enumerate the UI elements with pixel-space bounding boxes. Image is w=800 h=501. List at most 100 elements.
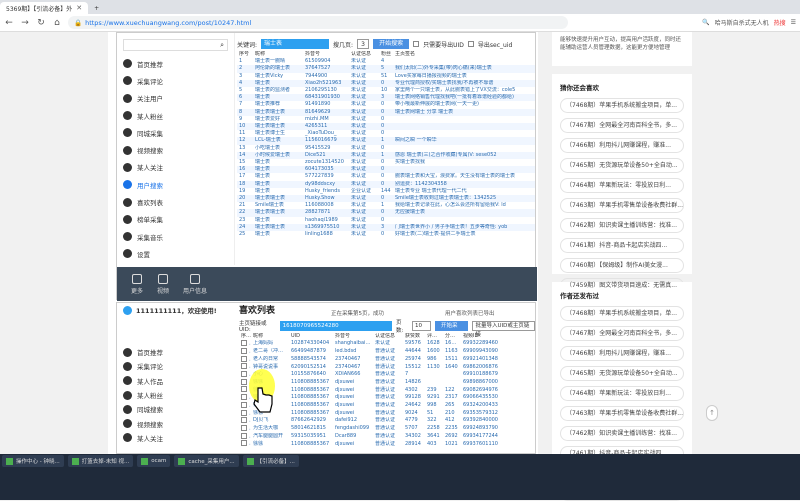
sidebar-search[interactable]: ⌕ xyxy=(123,39,228,51)
taskbar-item[interactable]: 【引流必备】... xyxy=(242,455,299,467)
sidebar-item[interactable]: 关注用户 xyxy=(117,90,234,107)
import-uid-button[interactable]: 批量导入UID或主页链接 xyxy=(471,321,535,338)
table-row[interactable]: 10 瑞士表瑞士表 4265311 未认证 0 xyxy=(237,123,535,131)
table-row[interactable]: 17 瑞士表 577227839 未认证 0 腕表瑞士表和大宝，浪费家。天生没有瑞士表的瑞… xyxy=(237,173,535,180)
sidebar-item[interactable]: 喜欢列表 xyxy=(117,193,234,210)
table-row[interactable]: 1上海妈妈 102874330404 shanghaibaike未认证 59576 16… xyxy=(239,340,535,348)
post-link[interactable]: （7466期）利用抖儿网赚课程，赚准... xyxy=(560,346,684,361)
row-checkbox[interactable] xyxy=(241,401,247,408)
table-row[interactable]: 7 瑞士表推荐 91491890 未认证 0 带小哦最新伸展的瑞士表网(一天一更) xyxy=(237,101,535,108)
scroll-top-button[interactable]: ↑ xyxy=(706,405,718,421)
table-row[interactable]: 18 瑞士表 dy98ddscxy 未认证 0 别运费：1142304358 xyxy=(237,180,535,188)
post-link[interactable]: （7461期）抖音-商品卡起店实战四... xyxy=(560,238,684,253)
table-row[interactable]: 2 阿伦斯的瑞士表 37647527 未认证 5 我们太阳(二)外专采集(带)肉心痛(来)… xyxy=(237,65,535,73)
reload-icon[interactable]: ↻ xyxy=(36,18,46,28)
table-row[interactable]: 2老二哥（冲锋）66499487879 led.bdsd 普通认证 44644 1600… xyxy=(239,347,535,356)
browser-tab[interactable]: 5369期】【引流必备】外 ✕ xyxy=(0,2,89,14)
table-row[interactable]: 13 小吃瑞士表 95415529 未认证 0 xyxy=(237,145,535,152)
post-link[interactable]: （7462期）知识卖课主播训练营：找准... xyxy=(560,426,684,441)
table-row[interactable]: 5 瑞士表的监测者 2106295130 未认证 10 家里两个一只瑞士表，从此腕表错上了… xyxy=(237,87,535,94)
table-row[interactable]: 12为生活大咖 58014621815 fengdashi099 普通认证 5707 22… xyxy=(239,424,535,433)
search-icon[interactable]: ⌕ xyxy=(220,41,224,50)
row-checkbox[interactable] xyxy=(241,432,247,439)
table-row[interactable]: 19 瑞士表 Husky_friends 企业认证 144 瑞士表专业 瑞士表代理一代二代 xyxy=(237,188,535,195)
back-icon[interactable]: ← xyxy=(4,18,14,28)
row-checkbox[interactable] xyxy=(241,394,247,401)
table-row[interactable]: 9 瑞士表爱好 mizhi.MM 未认证 0 xyxy=(237,116,535,123)
video-button[interactable]: 视频 xyxy=(157,273,169,295)
post-link[interactable]: （7464期）苹果新玩法：零投放日利... xyxy=(560,386,684,401)
url-field[interactable]: 🔒 https://www.xuechuangwang.com/post/102… xyxy=(68,16,568,29)
post-link[interactable]: （7468期）苹果手机系统搬金项目，单... xyxy=(560,306,684,321)
keyword-input[interactable]: 瑞士表 xyxy=(261,39,330,49)
table-row[interactable]: 11 瑞士表博士生 _XiaoTuDou_ 未认证 0 xyxy=(237,130,535,137)
row-checkbox[interactable] xyxy=(241,409,247,416)
post-link[interactable]: （7460期）【保姆级】制作AI美女漫... xyxy=(560,258,684,273)
table-row[interactable]: 25 瑞士表 linling1688 未认证 0 好瑞士表(二)瑞士表·提供二手瑞士表 xyxy=(237,231,535,238)
sidebar-item[interactable]: 设置 xyxy=(117,245,234,262)
start-collect-button[interactable]: 开始采集 xyxy=(434,321,468,339)
sidebar-item[interactable]: 首页推荐 xyxy=(117,55,234,72)
taskbar-item[interactable]: ocam xyxy=(137,455,171,467)
post-link[interactable]: （7466期）利用抖儿网赚课程，赚准... xyxy=(560,138,684,153)
sidebar-item[interactable]: 视频搜索 xyxy=(117,141,234,158)
sidebar-item[interactable]: 采集评论 xyxy=(117,72,234,89)
post-link[interactable]: （7467期）全网最全河南百科全书，多... xyxy=(560,326,684,341)
close-icon[interactable]: ✕ xyxy=(76,4,82,12)
table-row[interactable]: 13汽车腿腿圆开 59315035951 Dcar889 普通认证 34302 3641 2… xyxy=(239,432,535,441)
table-row[interactable]: 6徐徐110808885367djxuwei普通认证14826698988670… xyxy=(239,378,535,387)
sidebar-item[interactable]: 采集音乐 xyxy=(117,228,234,245)
taskbar-item[interactable]: cache_采集用户... xyxy=(174,455,239,467)
table-row[interactable]: 4钟哥说说事6209015251423740467普通认证15512113016… xyxy=(239,363,535,371)
table-row[interactable]: 14 小时候爱瑞士表 Dice521 未认证 1 感恩 瑞士表(三)之合作收藏(专属)V:… xyxy=(237,151,535,160)
uid-input[interactable]: 1618070965524280 xyxy=(279,321,392,331)
post-link[interactable]: （7463期）苹果手机零售单设备收费社群... xyxy=(560,406,684,421)
post-link[interactable]: （7468期）苹果手机系统搬金项目，单... xyxy=(560,98,684,113)
sidebar-item[interactable]: 榜单采集 xyxy=(117,211,234,228)
table-row[interactable]: 22 瑞士表瑞士表 28827871 未认证 0 无应援瑞士表 xyxy=(237,209,535,217)
table-row[interactable]: 6 瑞士表 68431901930 未认证 3 瑞士表网络销售代理找我吧(一批有着靠谱经验… xyxy=(237,94,535,102)
row-checkbox[interactable] xyxy=(241,363,247,370)
sidebar-item[interactable]: 某人关注 xyxy=(117,431,235,445)
post-link[interactable]: （7465期）无货源玩单设备50+全自动... xyxy=(560,366,684,381)
table-row[interactable]: 10徐徐110808885367djxuwei普通认证9024512106935… xyxy=(239,409,535,418)
table-row[interactable]: 9徐徐110808885367djxuwei普通认证24642998265693… xyxy=(239,401,535,410)
table-row[interactable]: 3老人的日常 58888543574 23740467 普通认证 25974 986 151… xyxy=(239,355,535,364)
table-row[interactable]: 16 瑞士表 604173035 未认证 0 xyxy=(237,166,535,174)
row-checkbox[interactable] xyxy=(241,378,247,385)
sidebar-item[interactable]: 同城搜索 xyxy=(117,402,235,416)
start-search-button[interactable]: 开始搜索 xyxy=(373,39,410,49)
more-button[interactable]: 更多 xyxy=(131,273,143,295)
table-row[interactable]: 8 瑞士表瑞士表 81649629 未认证 0 瑞士表网瑞士 分享 瑞士表 xyxy=(237,108,535,116)
row-checkbox[interactable] xyxy=(241,347,247,354)
post-link[interactable]: （7463期）苹果手机零售单设备收费社群... xyxy=(560,198,684,213)
table-row[interactable]: 4 瑞士表 Xiao2h521963 未认证 0 专业代理商授权/买瑞士表找我/不再被不靠… xyxy=(237,79,535,88)
sidebar-item[interactable]: 某人关注 xyxy=(117,159,234,176)
table-row[interactable]: 8徐徐110808885367djxuwei普通认证99128929123176… xyxy=(239,394,535,402)
table-row[interactable]: 20 瑞士表瑞士表 Husky.Show 未认证 0 Smile瑞士表收到过瑞士表瑞士表：… xyxy=(237,195,535,203)
search-hint[interactable]: 哈马斯自杀式无人机 xyxy=(715,18,769,27)
table-row[interactable]: 23 瑞士表 haohaqi1989 未认证 0 xyxy=(237,217,535,224)
menu-icon[interactable]: ☰ xyxy=(791,19,796,26)
new-tab-button[interactable]: + xyxy=(88,2,105,14)
row-checkbox[interactable] xyxy=(241,371,247,378)
search-icon[interactable]: 🔍 xyxy=(702,19,709,26)
home-icon[interactable]: ⌂ xyxy=(52,18,62,28)
sidebar-item[interactable]: 某人作品 xyxy=(117,374,235,388)
table-row[interactable]: 21 Smile瑞士表 116088008 未认证 1 我给瑞士表记录在此，心怎么会还所有… xyxy=(237,202,535,209)
pages-input[interactable]: 10 xyxy=(412,321,431,331)
sidebar-item[interactable]: 某人粉丝 xyxy=(117,107,234,124)
post-link[interactable]: （7462期）知识卖课主播训练营：找准... xyxy=(560,218,684,233)
table-row[interactable]: 12 LCL-瑞士表 1156016679 未认证 1 瞬间之瞬 一个瞬华 xyxy=(237,137,535,145)
row-checkbox[interactable] xyxy=(241,386,247,393)
table-row[interactable]: 24 瑞士表瑞士表 s1369975510 未认证 3 门瑞士表世界小 / 男子手瑞士表！… xyxy=(237,223,535,232)
taskbar-item[interactable]: 操作中心 - 钟晓... xyxy=(2,455,64,467)
sidebar-item[interactable]: 首页推荐 xyxy=(117,345,235,359)
table-row[interactable]: 15 瑞士表 zocute1314520 未认证 0 买瑞士表找我 xyxy=(237,159,535,166)
row-checkbox[interactable] xyxy=(241,417,247,424)
pages-input[interactable]: 3 xyxy=(357,39,370,49)
table-row[interactable]: 11DJ贝飞 87662642929 dafei912 普通认证 4779 322 412 6… xyxy=(239,417,535,425)
taskbar-item[interactable]: 打篮去掉-未知 视... xyxy=(67,455,134,467)
export-uid-checkbox[interactable] xyxy=(413,41,420,47)
sidebar-item[interactable]: 某人粉丝 xyxy=(117,388,235,402)
